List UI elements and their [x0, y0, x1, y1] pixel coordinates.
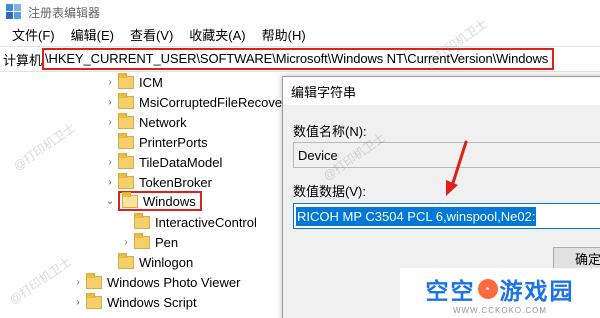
tree-item-label: ICM — [139, 74, 163, 90]
logo-text: 空空 ◔ 游戏园 — [426, 272, 575, 306]
tree-item-windows[interactable]: ⌄ Windows — [104, 191, 202, 211]
registry-icon — [6, 4, 22, 20]
title-bar: 注册表编辑器 — [0, 0, 600, 24]
menu-favorites[interactable]: 收藏夹(A) — [181, 25, 253, 44]
chevron-right-icon[interactable]: › — [72, 277, 84, 288]
chevron-right-icon[interactable]: › — [120, 237, 132, 248]
tree-item-label: MsiCorruptedFileRecove — [139, 94, 283, 110]
chevron-right-icon[interactable]: › — [72, 297, 84, 308]
ok-button[interactable]: 确定 — [553, 247, 600, 269]
address-prefix: 计算机 — [3, 52, 43, 68]
menu-view[interactable]: 查看(V) — [122, 25, 181, 44]
folder-icon — [134, 212, 150, 229]
address-path[interactable]: \HKEY_CURRENT_USER\SOFTWARE\Microsoft\Wi… — [42, 48, 555, 70]
tree-item-label: Windows Photo Viewer — [107, 274, 241, 290]
menu-edit[interactable]: 编辑(E) — [63, 25, 122, 44]
folder-icon — [118, 172, 134, 189]
folder-icon — [118, 112, 134, 129]
menu-bar: 文件(F) 编辑(E) 查看(V) 收藏夹(A) 帮助(H) — [0, 24, 600, 44]
folder-icon — [118, 92, 134, 109]
tree-item-winlogon[interactable]: Winlogon — [104, 252, 193, 272]
chevron-right-icon[interactable]: › — [104, 77, 116, 88]
site-logo: 空空 ◔ 游戏园 WWW.CCKOKO.COM — [400, 268, 600, 318]
value-name-text: Device — [298, 147, 338, 163]
folder-icon — [118, 132, 134, 149]
chevron-right-icon[interactable]: › — [104, 117, 116, 128]
registry-tree: › ICM › MsiCorruptedFileRecove › Network… — [0, 72, 290, 318]
tree-item-label: Network — [139, 114, 187, 130]
chevron-right-icon[interactable]: › — [104, 97, 116, 108]
tree-item-label: Windows Script — [107, 294, 197, 310]
value-name-field[interactable]: Device — [293, 142, 600, 168]
tree-item-tiledatamodel[interactable]: › TileDataModel — [104, 152, 222, 172]
folder-icon — [134, 232, 150, 249]
tree-item-label: TokenBroker — [139, 174, 212, 190]
game-ball-icon: ◔ — [477, 278, 498, 299]
tree-item-windows-script[interactable]: › Windows Script — [72, 292, 197, 312]
tree-item-label: Pen — [155, 234, 179, 250]
address-bar[interactable]: 计算机 \HKEY_CURRENT_USER\SOFTWARE\Microsof… — [0, 46, 600, 72]
folder-icon — [86, 272, 102, 289]
open-folder-icon — [122, 191, 138, 208]
tree-item-label: PrinterPorts — [139, 134, 208, 150]
tree-item-tokenbroker[interactable]: › TokenBroker — [104, 172, 212, 192]
folder-icon — [118, 72, 134, 89]
chevron-right-icon[interactable]: › — [104, 157, 116, 168]
logo-text-left: 空空 — [425, 277, 476, 304]
value-name-label: 数值名称(N): — [293, 124, 367, 139]
tree-item-msicorrupted[interactable]: › MsiCorruptedFileRecove — [104, 92, 282, 112]
folder-icon — [118, 252, 134, 269]
tree-item-interactivecontrol[interactable]: InteractiveControl — [120, 212, 257, 232]
tree-item-icm[interactable]: › ICM — [104, 72, 163, 92]
tree-item-label: Winlogon — [139, 254, 194, 270]
logo-url: WWW.CCKOKO.COM — [453, 305, 547, 315]
tree-item-printerports[interactable]: PrinterPorts — [104, 132, 208, 152]
dialog-title: 编辑字符串 — [283, 77, 600, 105]
menu-help[interactable]: 帮助(H) — [254, 25, 314, 44]
tree-item-label: Windows — [143, 193, 196, 209]
tree-item-label: TileDataModel — [139, 154, 223, 170]
selected-key-highlight: Windows — [118, 191, 202, 211]
folder-icon — [86, 292, 102, 309]
chevron-down-icon[interactable]: ⌄ — [104, 196, 116, 207]
value-data-label: 数值数据(V): — [293, 184, 366, 199]
tree-item-pen[interactable]: › Pen — [120, 232, 178, 252]
logo-text-right: 游戏园 — [499, 277, 575, 304]
window-title: 注册表编辑器 — [28, 5, 101, 20]
value-data-field[interactable]: RICOH MP C3504 PCL 6,winspool,Ne02: — [293, 203, 600, 229]
menu-file[interactable]: 文件(F) — [4, 25, 63, 44]
tree-item-network[interactable]: › Network — [104, 112, 187, 132]
tree-item-windows-photo-viewer[interactable]: › Windows Photo Viewer — [72, 272, 240, 292]
value-data-text: RICOH MP C3504 PCL 6,winspool,Ne02: — [296, 206, 537, 226]
folder-icon — [118, 152, 134, 169]
tree-item-label: InteractiveControl — [155, 214, 257, 230]
chevron-right-icon[interactable]: › — [104, 177, 116, 188]
